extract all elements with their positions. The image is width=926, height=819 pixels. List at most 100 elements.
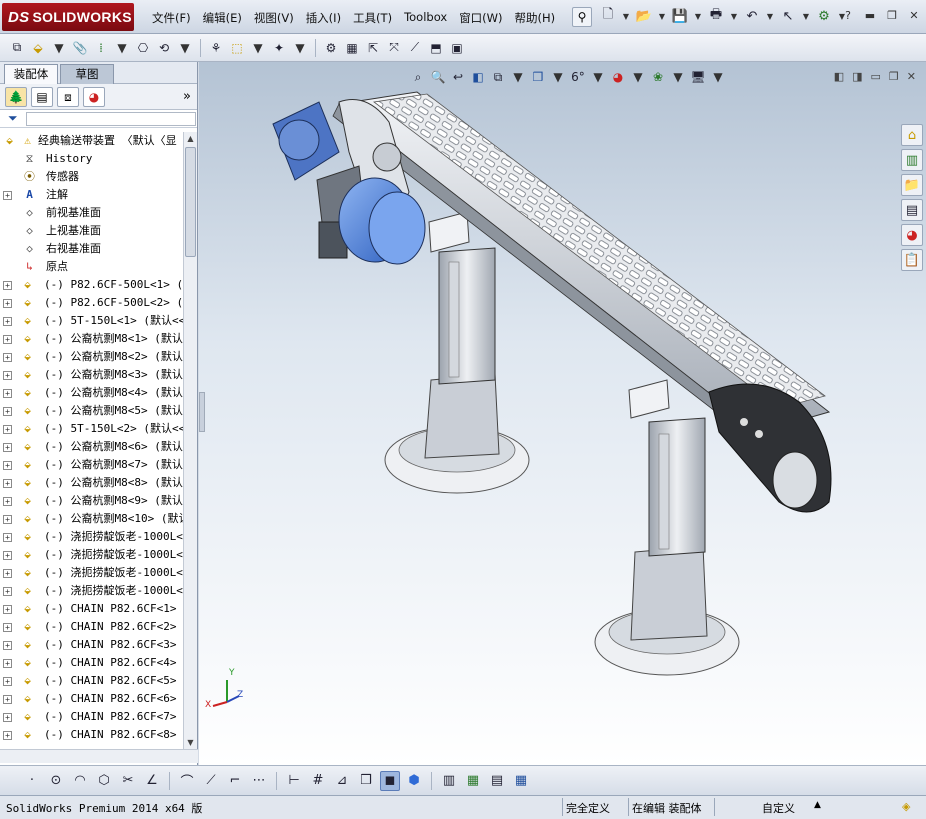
expand-toggle-icon[interactable]: + bbox=[3, 479, 12, 488]
tree-item[interactable]: ↳ 原点 bbox=[0, 258, 183, 276]
tree-item[interactable]: + ⬙ (-) CHAIN P82.6CF<2> (默 bbox=[0, 618, 183, 636]
arc-icon[interactable]: ◠ bbox=[70, 771, 90, 791]
expand-toggle-icon[interactable]: + bbox=[3, 731, 12, 740]
expand-toggle-icon[interactable]: + bbox=[3, 425, 12, 434]
features-dropdown-icon[interactable]: ▼ bbox=[249, 39, 267, 57]
expand-toggle-icon[interactable]: + bbox=[3, 407, 12, 416]
print-icon[interactable]: 🖶 bbox=[706, 6, 726, 26]
tree-item[interactable]: + ⬙ (-) 公裔杭剽M8<10> (默认 bbox=[0, 510, 183, 528]
tree-item[interactable]: ◇ 前视基准面 bbox=[0, 204, 183, 222]
linear-pattern-icon[interactable]: ⁞ bbox=[92, 39, 110, 57]
components-icon[interactable]: ▦ bbox=[463, 771, 483, 791]
snapshot-icon[interactable]: ▣ bbox=[448, 39, 466, 57]
conveyor-3d-model[interactable] bbox=[199, 62, 926, 765]
select-dropdown-icon[interactable]: ▼ bbox=[801, 6, 811, 26]
status-units[interactable]: 自定义 bbox=[762, 800, 795, 816]
expand-toggle-icon[interactable]: + bbox=[3, 659, 12, 668]
chamfer-icon[interactable]: ⟋ bbox=[201, 771, 221, 791]
tree-item[interactable]: ◇ 上视基准面 bbox=[0, 222, 183, 240]
expand-toggle-icon[interactable]: + bbox=[3, 569, 12, 578]
select-arrow-icon[interactable]: ↖ bbox=[778, 6, 798, 26]
tab-assembly[interactable]: 装配体 bbox=[4, 64, 58, 84]
tree-item[interactable]: + ⬙ (-) 浇扼捞靛饭老-1000L< bbox=[0, 546, 183, 564]
insert-dropdown-icon[interactable]: ▼ bbox=[50, 39, 68, 57]
tree-item[interactable]: ⧖ History bbox=[0, 150, 183, 168]
smart-fasteners-icon[interactable]: ⎔ bbox=[134, 39, 152, 57]
angle-icon[interactable]: ∠ bbox=[142, 771, 162, 791]
expand-toggle-icon[interactable]: + bbox=[3, 515, 12, 524]
move-component-icon[interactable]: ⟲ bbox=[155, 39, 173, 57]
point-icon[interactable]: · bbox=[22, 771, 42, 791]
tree-item[interactable]: + ⬙ (-) CHAIN P82.6CF<8> (默 bbox=[0, 726, 183, 744]
tree-item[interactable]: + ⬙ (-) 浇扼捞靛饭老-1000L< bbox=[0, 582, 183, 600]
menu-window[interactable]: 窗口(W) bbox=[453, 10, 508, 26]
tree-item[interactable]: + ⬙ (-) CHAIN P82.6CF<7> (默 bbox=[0, 708, 183, 726]
menu-help[interactable]: 帮助(H) bbox=[509, 10, 562, 26]
insert-component-icon[interactable]: ⬙ bbox=[29, 39, 47, 57]
expand-toggle-icon[interactable]: + bbox=[3, 353, 12, 362]
expand-toggle-icon[interactable]: + bbox=[3, 317, 12, 326]
save-dropdown-icon[interactable]: ▼ bbox=[693, 6, 703, 26]
refgeom-dropdown-icon[interactable]: ▼ bbox=[291, 39, 309, 57]
polygon-icon[interactable]: ⬡ bbox=[94, 771, 114, 791]
construction-icon[interactable]: ⋯ bbox=[249, 771, 269, 791]
bill-of-materials-icon[interactable]: ▦ bbox=[343, 39, 361, 57]
menu-tools[interactable]: 工具(T) bbox=[347, 10, 398, 26]
restore-icon[interactable]: ❐ bbox=[884, 8, 900, 24]
menu-file[interactable]: 文件(F) bbox=[146, 10, 197, 26]
relations-icon[interactable]: ⊿ bbox=[332, 771, 352, 791]
expand-toggle-icon[interactable]: + bbox=[3, 695, 12, 704]
tree-item[interactable]: + ⬙ (-) CHAIN P82.6CF<1> (默 bbox=[0, 600, 183, 618]
new-dropdown-icon[interactable]: ▼ bbox=[621, 6, 631, 26]
expand-toggle-icon[interactable]: + bbox=[3, 299, 12, 308]
tree-item[interactable]: + ⬙ (-) CHAIN P82.6CF<5> (默 bbox=[0, 672, 183, 690]
assembly-features-icon[interactable]: ⬚ bbox=[228, 39, 246, 57]
tree-item[interactable]: + ⬙ (-) CHAIN P82.6CF<4> (默 bbox=[0, 654, 183, 672]
expand-toggle-icon[interactable]: + bbox=[3, 389, 12, 398]
edit-component-icon[interactable]: ⧉ bbox=[8, 39, 26, 57]
tree-item[interactable]: + ⬙ (-) 公裔杭剽M8<1> (默认 bbox=[0, 330, 183, 348]
expand-toggle-icon[interactable]: + bbox=[3, 713, 12, 722]
feature-manager-tab-icon[interactable]: 🌲 bbox=[5, 86, 27, 107]
menu-insert[interactable]: 插入(I) bbox=[300, 10, 347, 26]
tab-sketch[interactable]: 草图 bbox=[60, 64, 114, 84]
print-dropdown-icon[interactable]: ▼ bbox=[729, 6, 739, 26]
instant3d-icon[interactable]: ⟋ bbox=[406, 39, 424, 57]
cube-icon[interactable]: ❒ bbox=[356, 771, 376, 791]
graphics-area[interactable]: ⌕ 🔍 ↩ ◧ ⧉ ▼ ❒ ▼ 6° ▼ ◕ ▼ ❀ ▼ 🖥 ▼ ◧ ◨ ▭ ❐… bbox=[199, 62, 926, 765]
expand-toggle-icon[interactable]: + bbox=[3, 371, 12, 380]
expand-toggle-icon[interactable]: + bbox=[3, 191, 12, 200]
expand-toggle-icon[interactable]: + bbox=[3, 533, 12, 542]
property-manager-tab-icon[interactable]: ▤ bbox=[31, 86, 53, 107]
tree-vertical-scrollbar[interactable]: ▲ ▼ bbox=[183, 132, 197, 749]
tree-root[interactable]: ⬙ ⚠ 经典输送带装置 〈默认〈显 bbox=[0, 132, 183, 150]
tree-item[interactable]: + ⬙ (-) 公裔杭剽M8<5> (默认 bbox=[0, 402, 183, 420]
open-folder-icon[interactable]: 📂 bbox=[634, 6, 654, 26]
tree-item[interactable]: + ⬙ (-) 5T-150L<2> (默认<<默 bbox=[0, 420, 183, 438]
tree-item[interactable]: + ⬙ (-) 公裔杭剽M8<7> (默认 bbox=[0, 456, 183, 474]
move-dropdown-icon[interactable]: ▼ bbox=[176, 39, 194, 57]
tree-item[interactable]: + ⬙ (-) P82.6CF-500L<2> (默 bbox=[0, 294, 183, 312]
speedpak-icon[interactable]: ⬒ bbox=[427, 39, 445, 57]
explode-line-icon[interactable]: ⤧ bbox=[385, 39, 403, 57]
tree-item[interactable]: + ⬙ (-) 公裔杭剽M8<3> (默认 bbox=[0, 366, 183, 384]
tree-item[interactable]: ◇ 右视基准面 bbox=[0, 240, 183, 258]
scroll-up-icon[interactable]: ▲ bbox=[184, 132, 197, 145]
undo-icon[interactable]: ↶ bbox=[742, 6, 762, 26]
reference-geometry-icon[interactable]: ✦ bbox=[270, 39, 288, 57]
filter-icon[interactable]: ⏷ bbox=[8, 111, 18, 126]
tree-item[interactable]: ⦿ 传感器 bbox=[0, 168, 183, 186]
shaded-view-icon[interactable]: ◼ bbox=[380, 770, 400, 791]
undo-dropdown-icon[interactable]: ▼ bbox=[765, 6, 775, 26]
expand-toggle-icon[interactable]: + bbox=[3, 497, 12, 506]
expand-toggle-icon[interactable]: + bbox=[3, 443, 12, 452]
expand-toggle-icon[interactable]: + bbox=[3, 623, 12, 632]
expand-toggle-icon[interactable]: + bbox=[3, 641, 12, 650]
circle-icon[interactable]: ⊙ bbox=[46, 771, 66, 791]
expand-toggle-icon[interactable]: + bbox=[3, 587, 12, 596]
display-mode-icon[interactable]: ⬢ bbox=[404, 771, 424, 791]
tree-item[interactable]: + ⬙ (-) CHAIN P82.6CF<3> (默 bbox=[0, 636, 183, 654]
tree-item[interactable]: + ⬙ (-) CHAIN P82.6CF<6> (默 bbox=[0, 690, 183, 708]
menu-edit[interactable]: 编辑(E) bbox=[197, 10, 248, 26]
new-motion-study-icon[interactable]: ⚙ bbox=[322, 39, 340, 57]
